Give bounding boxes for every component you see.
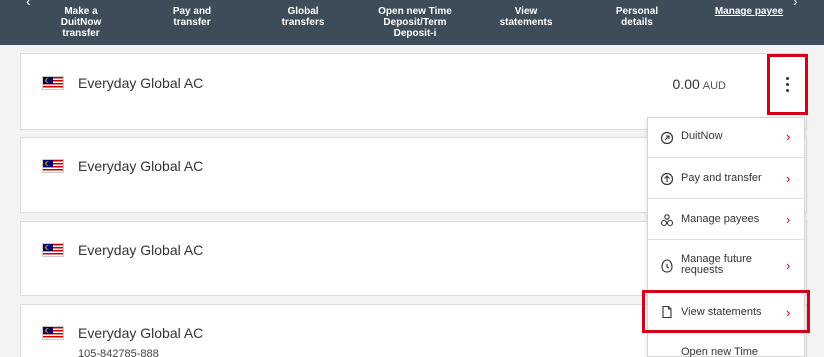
nav-item-duitnow-transfer[interactable]: Make a DuitNow transfer — [59, 6, 103, 39]
account-name: Everyday Global AC — [78, 325, 204, 341]
nav-label-line: transfer — [62, 28, 100, 39]
account-number: 105-842785-888 — [78, 348, 159, 357]
nav-label-line: Global transfers — [281, 6, 325, 28]
nav-label-line: Open new Time — [378, 6, 452, 17]
future-requests-icon — [660, 258, 674, 273]
malaysia-flag-icon — [42, 76, 64, 90]
chevron-right-icon: › — [786, 305, 791, 320]
document-icon — [660, 305, 674, 319]
nav-label-line: transfer — [173, 17, 211, 28]
more-options-button[interactable] — [767, 54, 808, 115]
nav-item-personal-details[interactable]: Personal details — [599, 6, 675, 28]
nav-label-line: View — [514, 6, 538, 17]
menu-label-line: Manage payees — [681, 213, 760, 225]
account-actions-menu: DuitNow › Pay and transfer › Manage paye… — [647, 117, 805, 357]
nav-item-open-time-deposit[interactable]: Open new Time Deposit/Term Deposit-i — [377, 6, 453, 39]
menu-item-manage-payees[interactable]: Manage payees › — [648, 199, 804, 240]
nav-next-icon[interactable]: › — [793, 0, 798, 8]
menu-item-label: Pay and transfer — [681, 173, 762, 184]
nav-label-line: Make a — [64, 6, 98, 17]
top-nav: ‹ Make a DuitNow transfer Pay and transf… — [0, 0, 824, 45]
malaysia-flag-icon — [42, 326, 64, 340]
menu-label-line: requests — [681, 264, 724, 276]
nav-label-line: Deposit/Term — [383, 17, 447, 28]
chevron-right-icon: › — [786, 212, 791, 227]
menu-item-duitnow[interactable]: DuitNow › — [648, 118, 804, 158]
nav-label-line: Personal details — [615, 6, 659, 28]
menu-item-view-statements[interactable]: View statements › — [648, 291, 804, 332]
kebab-menu-icon — [786, 77, 789, 92]
upload-arrow-icon — [660, 172, 674, 186]
nav-label-line: Deposit-i — [393, 28, 437, 39]
nav-item-manage-payee[interactable]: Manage payee — [713, 6, 785, 17]
chevron-right-icon: › — [786, 129, 791, 144]
account-name: Everyday Global AC — [78, 158, 204, 174]
duitnow-icon — [660, 131, 674, 145]
malaysia-flag-icon — [42, 159, 64, 173]
account-name: Everyday Global AC — [78, 75, 204, 91]
chevron-right-icon: › — [786, 258, 791, 273]
chevron-right-icon: › — [786, 171, 791, 186]
payees-icon — [660, 213, 674, 227]
nav-item-view-statements[interactable]: View statements — [497, 6, 555, 28]
menu-label-line: DuitNow — [681, 130, 723, 142]
nav-label-line: Manage payee — [714, 6, 784, 17]
menu-item-manage-future-requests[interactable]: Manage future requests › — [648, 240, 804, 291]
nav-label-line: Pay and — [172, 6, 212, 17]
menu-item-label: Manage future requests — [681, 254, 752, 276]
menu-label-line: Open new Time — [681, 346, 759, 357]
account-balance: 0.00 AUD — [673, 76, 726, 92]
balance-amount: 0.00 — [672, 76, 700, 92]
menu-label-line: View statements — [681, 306, 762, 318]
menu-item-label: DuitNow — [681, 131, 723, 142]
nav-prev-icon[interactable]: ‹ — [26, 0, 31, 8]
balance-currency: AUD — [702, 80, 726, 92]
nav-item-global-transfers[interactable]: Global transfers — [265, 6, 341, 28]
menu-item-label: Open new Time — [681, 347, 758, 357]
menu-label-line: Pay and transfer — [681, 172, 762, 184]
malaysia-flag-icon — [42, 243, 64, 257]
menu-item-open-new-time[interactable]: Open new Time — [648, 332, 804, 357]
menu-item-label: Manage payees — [681, 214, 759, 225]
account-name: Everyday Global AC — [78, 242, 204, 258]
menu-item-label: View statements — [681, 307, 762, 318]
nav-item-pay-and-transfer[interactable]: Pay and transfer — [170, 6, 214, 28]
nav-label-line: DuitNow — [60, 17, 102, 28]
nav-label-line: statements — [499, 17, 553, 28]
menu-item-pay-and-transfer[interactable]: Pay and transfer › — [648, 158, 804, 199]
